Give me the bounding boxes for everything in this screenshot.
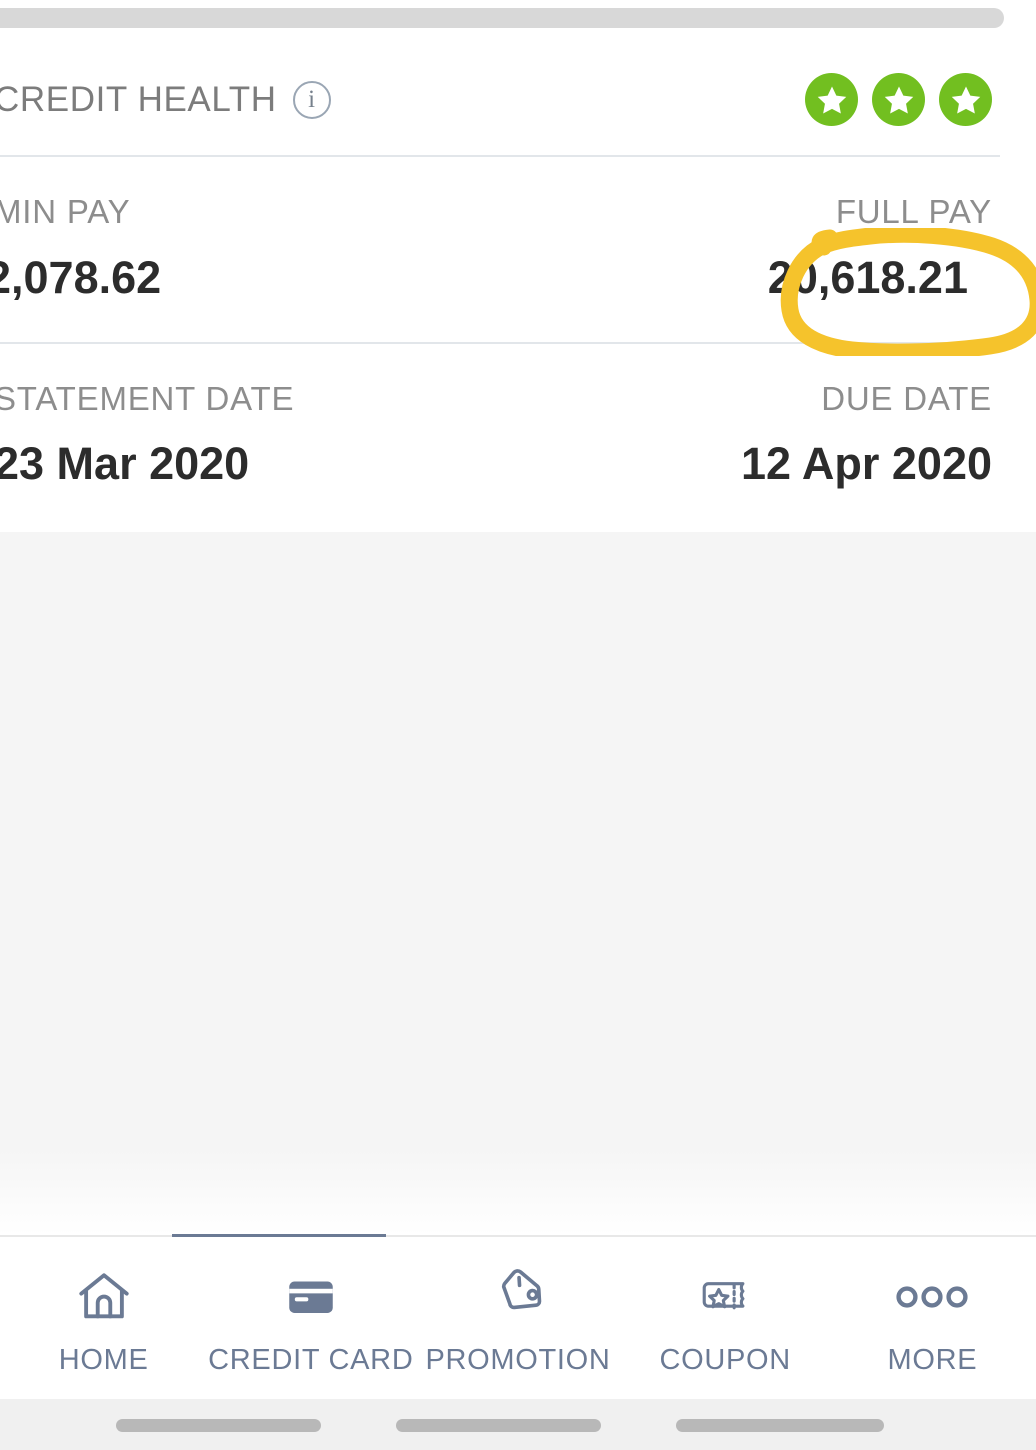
info-icon[interactable]: i: [292, 80, 331, 119]
tag-icon: [489, 1266, 547, 1328]
full-pay-label: FULL PAY: [835, 193, 992, 230]
more-dots-icon: [894, 1266, 970, 1328]
min-pay-value: 2,078.62: [0, 252, 162, 303]
nav-item-credit-card[interactable]: CREDIT CARD: [207, 1237, 414, 1399]
credit-health-rating: [805, 73, 992, 126]
system-gesture-area: [0, 1399, 1036, 1450]
statement-date-value: 23 Mar 2020: [0, 438, 250, 489]
star-icon: [939, 73, 992, 126]
star-icon: [872, 73, 925, 126]
nav-label-coupon: COUPON: [659, 1343, 791, 1376]
credit-health-left: CREDIT HEALTH i: [0, 80, 331, 120]
content-fade: [0, 1150, 1036, 1235]
min-pay-label: MIN PAY: [0, 193, 131, 230]
nav-label-credit-card: CREDIT CARD: [208, 1343, 414, 1376]
nav-label-home: HOME: [58, 1343, 149, 1376]
home-icon: [75, 1266, 133, 1328]
nav-label-more: MORE: [887, 1343, 978, 1376]
full-pay-value: 20,618.21: [767, 252, 968, 303]
nav-label-promotion: PROMOTION: [425, 1343, 611, 1376]
date-row: STATEMENT DATE 23 Mar 2020 DUE DATE 12 A…: [0, 344, 1036, 532]
gesture-bar[interactable]: [676, 1419, 884, 1432]
star-icon: [805, 73, 858, 126]
card-pager-bar[interactable]: [0, 8, 1004, 28]
ticket-icon: [698, 1266, 752, 1328]
due-date-value: 12 Apr 2020: [741, 438, 992, 489]
credit-health-row: CREDIT HEALTH i: [0, 44, 1036, 155]
credit-card-summary-card: CREDIT HEALTH i MIN PAY 2,078.62 FULL PA…: [0, 44, 1036, 532]
nav-item-promotion[interactable]: PROMOTION: [414, 1237, 621, 1399]
nav-item-more[interactable]: MORE: [829, 1237, 1036, 1399]
gesture-bar[interactable]: [116, 1419, 321, 1432]
pay-row: MIN PAY 2,078.62 FULL PAY 20,618.21: [0, 157, 1036, 342]
bottom-navigation-bar: HOME CREDIT CARD PROMOTION COUPON MORE: [0, 1237, 1036, 1399]
due-date-label: DUE DATE: [821, 380, 992, 417]
statement-date-label: STATEMENT DATE: [0, 380, 295, 417]
gesture-bar[interactable]: [396, 1419, 601, 1432]
content-area: [0, 532, 1036, 1150]
app-screen: CREDIT HEALTH i MIN PAY 2,078.62 FULL PA…: [0, 0, 1036, 1450]
nav-item-home[interactable]: HOME: [0, 1237, 207, 1399]
nav-item-coupon[interactable]: COUPON: [622, 1237, 829, 1399]
credit-health-label: CREDIT HEALTH: [0, 79, 277, 119]
credit-card-icon: [282, 1266, 340, 1328]
